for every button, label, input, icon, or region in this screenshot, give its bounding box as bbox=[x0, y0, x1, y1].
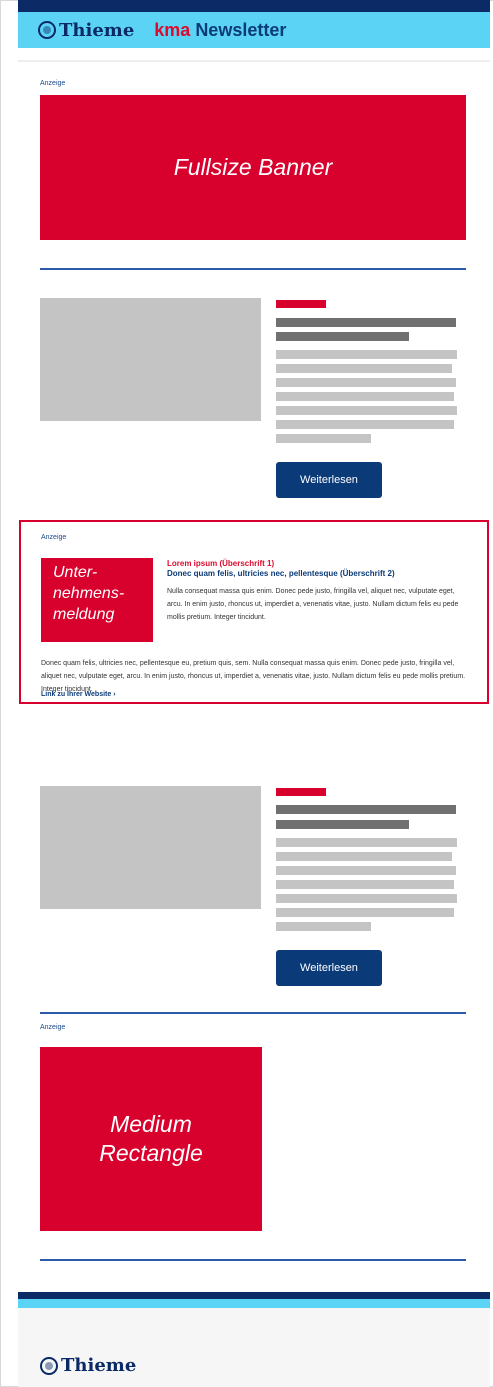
read-more-button[interactable]: Weiterlesen bbox=[276, 950, 382, 986]
article-category-placeholder bbox=[276, 300, 326, 308]
article-title-line bbox=[276, 820, 409, 829]
fullsize-banner-text: Fullsize Banner bbox=[173, 154, 333, 181]
footer-logo-text: Thieme bbox=[61, 1355, 137, 1376]
medium-rectangle-text: Medium Rectangle bbox=[99, 1111, 203, 1166]
article-text-line bbox=[276, 922, 371, 931]
section-divider bbox=[40, 1012, 466, 1014]
article-title-line bbox=[276, 318, 456, 327]
article-title-line bbox=[276, 805, 456, 814]
article-category-placeholder bbox=[276, 788, 326, 796]
company-news-box: Anzeige Unter- nehmens- meldung Lorem ip… bbox=[19, 520, 489, 704]
article-text-line bbox=[276, 908, 454, 917]
website-link[interactable]: Link zu Ihrer Website › bbox=[41, 691, 116, 698]
thieme-logo[interactable]: Thieme bbox=[38, 20, 134, 41]
article-text-line bbox=[276, 866, 456, 875]
company-news-heading-1: Lorem ipsum (Überschrift 1) bbox=[167, 559, 275, 568]
article-text-line bbox=[276, 364, 452, 373]
article-text-line bbox=[276, 852, 452, 861]
article-text-line bbox=[276, 838, 457, 847]
footer-thieme-logo[interactable]: Thieme bbox=[40, 1355, 136, 1376]
article-text-line bbox=[276, 894, 457, 903]
article-text-line bbox=[276, 406, 457, 415]
company-news-block: Unter- nehmens- meldung bbox=[41, 558, 153, 642]
footer-dark-bar bbox=[18, 1292, 490, 1299]
medium-rectangle[interactable]: Medium Rectangle bbox=[40, 1047, 262, 1231]
article-text-line bbox=[276, 350, 457, 359]
section-divider bbox=[40, 1259, 466, 1261]
article-image-placeholder[interactable] bbox=[40, 298, 261, 421]
section-divider bbox=[40, 268, 466, 270]
article-text-line bbox=[276, 420, 454, 429]
newsletter-title: kma Newsletter bbox=[154, 20, 286, 41]
footer-light-bar bbox=[18, 1299, 490, 1308]
ad-label: Anzeige bbox=[40, 80, 66, 87]
fullsize-banner[interactable]: Fullsize Banner bbox=[40, 95, 466, 240]
thieme-logo-text: Thieme bbox=[59, 19, 135, 41]
company-news-heading-2: Donec quam felis, ultricies nec, pellent… bbox=[167, 569, 395, 578]
thieme-seal-icon bbox=[40, 1356, 58, 1375]
kma-label: kma bbox=[154, 19, 191, 40]
article-image-placeholder[interactable] bbox=[40, 786, 261, 909]
company-news-block-text: Unter- nehmens- meldung bbox=[53, 564, 125, 623]
article-text-line bbox=[276, 880, 454, 889]
read-more-button[interactable]: Weiterlesen bbox=[276, 462, 382, 498]
article-text-line bbox=[276, 434, 371, 443]
header-divider bbox=[18, 60, 490, 62]
article-title-line bbox=[276, 332, 409, 341]
article-text-line bbox=[276, 392, 454, 401]
article-text-line bbox=[276, 378, 456, 387]
newsletter-label: Newsletter bbox=[195, 19, 287, 40]
company-news-paragraph: Nulla consequat massa quis enim. Donec p… bbox=[167, 588, 459, 621]
header-top-bar bbox=[18, 0, 490, 12]
newsletter-header: Thieme kma Newsletter bbox=[18, 12, 490, 48]
thieme-seal-icon bbox=[38, 21, 56, 39]
ad-label: Anzeige bbox=[41, 534, 67, 541]
ad-label: Anzeige bbox=[40, 1024, 66, 1031]
